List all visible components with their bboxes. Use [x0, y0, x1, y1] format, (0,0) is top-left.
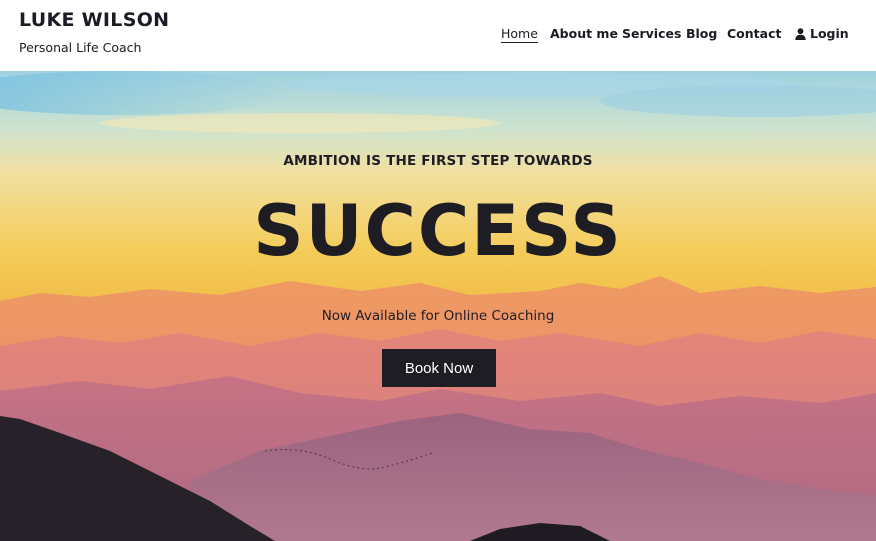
- nav-item-contact[interactable]: Contact: [727, 26, 781, 41]
- nav-item-about-me[interactable]: About me: [550, 26, 618, 41]
- site-logo[interactable]: LUKE WILSON: [19, 9, 169, 31]
- site-tagline: Personal Life Coach: [19, 40, 142, 55]
- nav-item-home[interactable]: Home: [501, 26, 538, 43]
- site-header: LUKE WILSON Personal Life Coach Home Abo…: [0, 0, 876, 71]
- hero-title: SUCCESS: [253, 190, 623, 272]
- nav-item-blog[interactable]: Blog: [686, 26, 717, 41]
- user-icon: [795, 27, 806, 40]
- hero-section: AMBITION IS THE FIRST STEP TOWARDS SUCCE…: [0, 71, 876, 541]
- hero-kicker: AMBITION IS THE FIRST STEP TOWARDS: [283, 153, 593, 169]
- login-button[interactable]: Login: [795, 26, 849, 41]
- login-label: Login: [810, 26, 849, 41]
- book-now-button[interactable]: Book Now: [382, 349, 496, 387]
- nav-item-services[interactable]: Services: [622, 26, 681, 41]
- page: LUKE WILSON Personal Life Coach Home Abo…: [0, 0, 876, 541]
- hero-background-image: [0, 71, 876, 541]
- hero-subtitle: Now Available for Online Coaching: [321, 308, 555, 324]
